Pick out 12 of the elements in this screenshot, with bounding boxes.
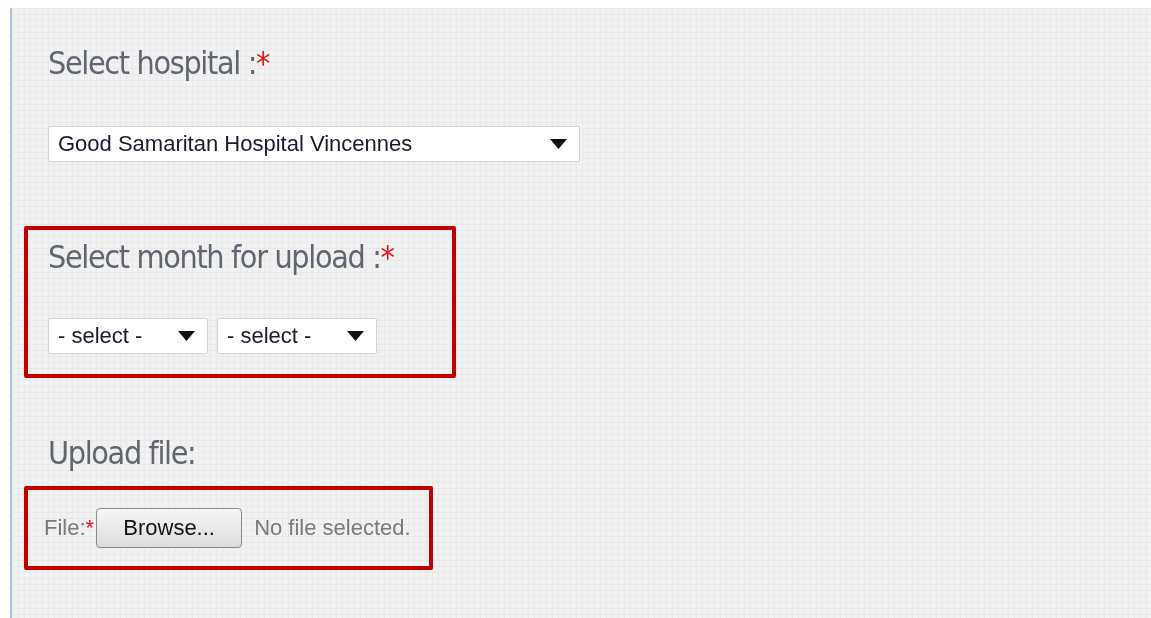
section-heading: Upload file: (48, 434, 196, 472)
dropdown[interactable]: - select - (48, 318, 208, 354)
browse-button[interactable]: Browse... (96, 508, 243, 548)
dropdown-arrow-icon (347, 331, 364, 341)
dropdown[interactable]: - select - (217, 318, 377, 354)
file-label: File:* (44, 515, 95, 541)
dropdown-arrow-icon (178, 331, 195, 341)
section-heading: Select month for upload :* (48, 238, 394, 276)
dropdown[interactable]: Good Samaritan Hospital Vincennes (48, 126, 580, 162)
file-status: No file selected. (254, 515, 411, 541)
section-heading: Select hospital :* (48, 44, 270, 82)
dropdown-arrow-icon (550, 139, 567, 149)
